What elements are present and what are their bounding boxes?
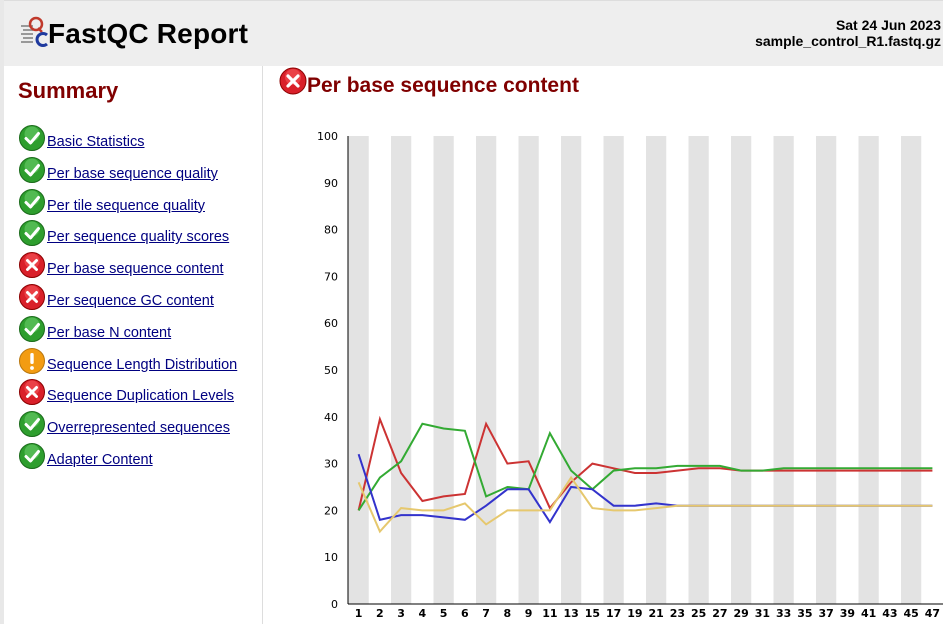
x-tick-label: 31 bbox=[755, 607, 770, 620]
grid-band bbox=[646, 136, 667, 604]
x-tick-label: 41 bbox=[861, 607, 876, 620]
warning-icon bbox=[19, 347, 45, 374]
summary-link[interactable]: Per base sequence quality bbox=[47, 166, 218, 182]
grid-band bbox=[518, 136, 539, 604]
grid-band bbox=[858, 136, 879, 604]
grid-band bbox=[731, 136, 752, 604]
x-tick-label: 35 bbox=[797, 607, 812, 620]
summary-link[interactable]: Sequence Duplication Levels bbox=[47, 388, 234, 404]
report-header: FastQC Report Sat 24 Jun 2023 sample_con… bbox=[4, 0, 943, 66]
y-tick-label: 80 bbox=[324, 224, 338, 237]
x-tick-label: 19 bbox=[627, 607, 642, 620]
x-tick-label: 8 bbox=[504, 607, 512, 620]
pass-icon bbox=[19, 442, 45, 469]
y-tick-label: 50 bbox=[324, 364, 338, 377]
report-title: FastQC Report bbox=[48, 18, 249, 49]
grid-band bbox=[476, 136, 497, 604]
grid-band bbox=[391, 136, 412, 604]
x-tick-label: 47 bbox=[925, 607, 940, 620]
module-title: Per base sequence content bbox=[307, 74, 579, 97]
pass-icon bbox=[19, 156, 45, 183]
grid-band bbox=[901, 136, 922, 604]
x-tick-label: 37 bbox=[818, 607, 833, 620]
y-tick-label: 40 bbox=[324, 411, 338, 424]
pass-icon bbox=[19, 315, 45, 342]
y-tick-label: 100 bbox=[317, 130, 338, 143]
summary-link[interactable]: Per sequence quality scores bbox=[47, 229, 229, 245]
grid-band bbox=[348, 136, 369, 604]
summary-link[interactable]: Overrepresented sequences bbox=[47, 420, 230, 436]
x-tick-label: 2 bbox=[376, 607, 384, 620]
y-tick-label: 10 bbox=[324, 551, 338, 564]
report-date: Sat 24 Jun 2023 bbox=[835, 17, 941, 33]
x-tick-label: 6 bbox=[461, 607, 469, 620]
x-tick-label: 11 bbox=[542, 607, 557, 620]
x-tick-label: 33 bbox=[776, 607, 791, 620]
y-tick-label: 0 bbox=[331, 598, 338, 611]
x-tick-label: 23 bbox=[670, 607, 685, 620]
x-tick-label: 25 bbox=[691, 607, 706, 620]
summary-panel: Summary Basic Statistics Per base sequenc… bbox=[4, 66, 263, 624]
x-tick-label: 17 bbox=[606, 607, 621, 620]
fail-icon bbox=[19, 252, 45, 279]
grid-band bbox=[603, 136, 624, 604]
summary-link[interactable]: Basic Statistics bbox=[47, 134, 145, 150]
summary-link[interactable]: Adapter Content bbox=[47, 452, 153, 468]
y-tick-label: 70 bbox=[324, 270, 338, 283]
report-filename: sample_control_R1.fastq.gz bbox=[755, 33, 941, 49]
pass-icon bbox=[19, 411, 45, 438]
summary-link[interactable]: Per base N content bbox=[47, 325, 171, 341]
fail-icon bbox=[279, 67, 307, 95]
y-tick-label: 90 bbox=[324, 177, 338, 190]
x-tick-label: 5 bbox=[440, 607, 448, 620]
x-tick-label: 15 bbox=[585, 607, 600, 620]
grid-band bbox=[816, 136, 837, 604]
x-tick-label: 3 bbox=[397, 607, 405, 620]
summary-link[interactable]: Per sequence GC content bbox=[47, 293, 214, 309]
grid-band bbox=[773, 136, 794, 604]
pass-icon bbox=[19, 188, 45, 215]
summary-heading: Summary bbox=[18, 78, 119, 103]
grid-band bbox=[688, 136, 709, 604]
grid-band bbox=[561, 136, 582, 604]
x-tick-label: 29 bbox=[733, 607, 748, 620]
x-tick-label: 27 bbox=[712, 607, 727, 620]
x-tick-label: 9 bbox=[525, 607, 533, 620]
grid-band bbox=[433, 136, 454, 604]
summary-link[interactable]: Sequence Length Distribution bbox=[47, 357, 237, 373]
y-tick-label: 20 bbox=[324, 504, 338, 517]
x-tick-label: 45 bbox=[903, 607, 918, 620]
summary-link[interactable]: Per tile sequence quality bbox=[47, 198, 205, 214]
x-tick-label: 1 bbox=[355, 607, 363, 620]
summary-link[interactable]: Per base sequence content bbox=[47, 261, 224, 277]
x-tick-label: 4 bbox=[419, 607, 427, 620]
x-tick-label: 21 bbox=[648, 607, 663, 620]
x-tick-label: 13 bbox=[563, 607, 578, 620]
y-tick-label: 30 bbox=[324, 458, 338, 471]
fail-icon bbox=[19, 379, 45, 406]
pass-icon bbox=[19, 220, 45, 247]
x-tick-label: 7 bbox=[482, 607, 490, 620]
pass-icon bbox=[19, 125, 45, 151]
x-tick-label: 39 bbox=[840, 607, 855, 620]
per-base-sequence-content-chart: 01020304050607080901001 2 3 4 5 6 7 8 9 11 13 15 17 1… bbox=[317, 130, 943, 620]
fail-icon bbox=[19, 283, 45, 310]
fastqc-logo-icon bbox=[21, 16, 48, 47]
y-tick-label: 60 bbox=[324, 317, 338, 330]
x-tick-label: 43 bbox=[882, 607, 897, 620]
